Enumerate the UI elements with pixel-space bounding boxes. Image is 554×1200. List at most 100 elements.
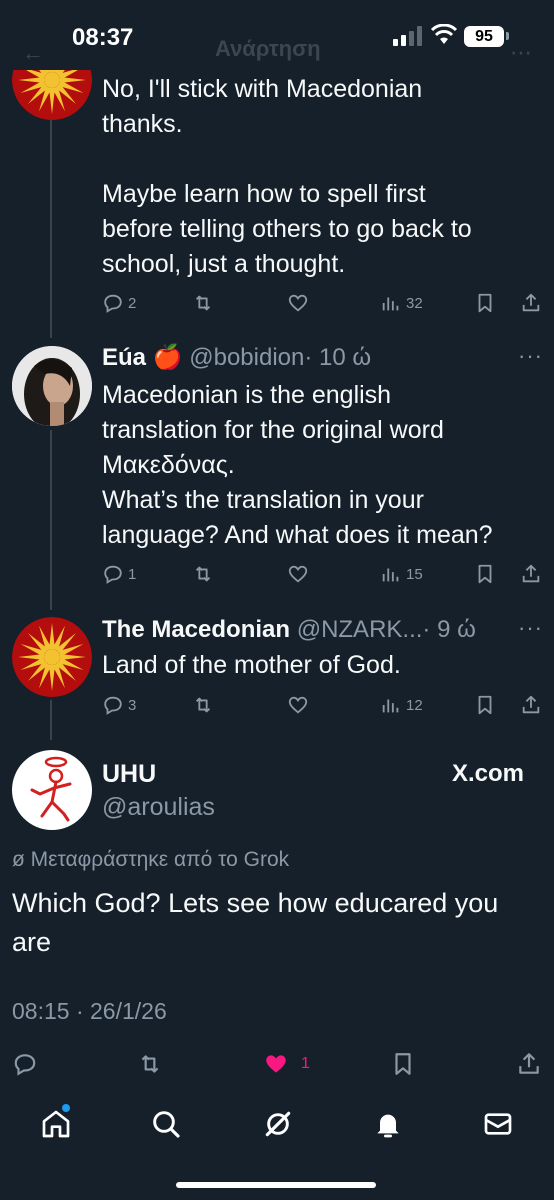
views-button[interactable]: 15 — [380, 561, 423, 587]
signal-icon — [393, 26, 422, 46]
views-icon — [382, 568, 399, 582]
reply-button[interactable]: 2 — [102, 290, 136, 316]
tweet-text: No, I'll stick with Macedonian thanks. M… — [102, 75, 472, 278]
handle[interactable]: @NZARK... — [297, 616, 423, 643]
tweet-header: Eúa 🍎 @bobidion· 10 ώ — [102, 343, 371, 373]
like-icon — [288, 696, 308, 714]
tweet-header: The Macedonian @NZARK...· 9 ώ — [102, 615, 476, 645]
share-icon — [522, 293, 540, 312]
main-tweet-actions: 1 — [12, 1048, 542, 1080]
tweet-text: Land of the mother of God. — [102, 651, 401, 679]
share-icon — [522, 695, 540, 714]
like-icon — [288, 294, 308, 312]
bookmark-icon — [395, 1053, 411, 1075]
reply-icon — [104, 565, 122, 584]
status-time: 08:37 — [72, 24, 134, 51]
nav-messages[interactable] — [482, 1108, 514, 1140]
back-arrow-icon[interactable]: ← — [22, 40, 44, 66]
handle[interactable]: @bobidion — [189, 344, 304, 371]
apple-emoji: 🍎 — [152, 344, 183, 371]
grok-translate-icon: ø — [12, 848, 31, 871]
notifications-icon — [377, 1114, 399, 1138]
translated-label[interactable]: ø Μεταφράστηκε από το Grok — [12, 848, 289, 872]
share-icon — [522, 564, 540, 583]
bookmark-button[interactable] — [390, 1048, 416, 1080]
nav-search[interactable] — [150, 1108, 182, 1140]
header-title: Ανάρτηση — [215, 36, 321, 61]
bookmark-button[interactable] — [474, 692, 496, 718]
header-more-icon[interactable]: ⋯ — [510, 40, 532, 66]
tweet-actions: 2 32 — [102, 290, 542, 316]
like-button[interactable] — [287, 561, 309, 587]
tweet-text: Macedonian is the english translation fo… — [102, 381, 493, 549]
thread-line — [50, 430, 52, 610]
tweet-time: · 9 ώ — [422, 616, 476, 643]
home-notification-dot — [62, 1104, 70, 1112]
share-icon — [519, 1053, 539, 1074]
like-icon — [266, 1055, 286, 1073]
handle[interactable]: @aroulias — [102, 793, 215, 822]
reply-icon — [14, 1054, 36, 1076]
like-button[interactable] — [287, 692, 309, 718]
like-icon — [288, 565, 308, 583]
retweet-icon — [195, 697, 211, 713]
views-icon — [382, 297, 399, 311]
avatar[interactable] — [12, 617, 92, 697]
share-button[interactable] — [520, 692, 542, 718]
views-button[interactable]: 32 — [380, 290, 423, 316]
reply-button[interactable]: 1 — [102, 561, 136, 587]
retweet-button[interactable] — [192, 561, 214, 587]
home-indicator — [176, 1182, 376, 1188]
share-button[interactable] — [520, 290, 542, 316]
display-name[interactable]: UHU — [102, 760, 156, 789]
reply-icon — [104, 294, 122, 313]
like-count: 1 — [301, 1055, 310, 1072]
share-button[interactable] — [516, 1048, 542, 1080]
reply-button[interactable] — [12, 1048, 38, 1080]
bookmark-icon — [478, 564, 492, 584]
x-logo-icon: X.com — [452, 760, 525, 787]
retweet-button[interactable] — [192, 290, 214, 316]
retweet-icon — [195, 295, 211, 311]
stick-figure-avatar-icon — [30, 756, 72, 822]
search-icon — [153, 1111, 180, 1138]
tweet-actions: 3 12 — [102, 692, 542, 718]
thread-line — [50, 700, 52, 740]
nav-grok[interactable] — [262, 1108, 294, 1140]
nav-notifications[interactable] — [372, 1108, 404, 1140]
retweet-button[interactable] — [192, 692, 214, 718]
reply-icon — [104, 696, 122, 715]
nav-home[interactable] — [40, 1104, 72, 1140]
retweet-icon — [141, 1055, 159, 1073]
tweet-timestamp: 08:15 · 26/1/26 — [12, 998, 167, 1024]
avatar[interactable] — [12, 750, 92, 830]
views-button[interactable]: 12 — [380, 692, 423, 718]
reply-button[interactable]: 3 — [102, 692, 136, 718]
like-button[interactable]: 1 — [263, 1048, 310, 1080]
main-tweet-text: Which God? Lets see how educared you are — [12, 888, 499, 957]
bookmark-button[interactable] — [474, 561, 496, 587]
grok-icon — [265, 1111, 291, 1137]
home-icon — [42, 1110, 70, 1138]
display-name[interactable]: Eúa — [102, 344, 146, 371]
profile-photo — [12, 346, 92, 426]
share-button[interactable] — [520, 561, 542, 587]
bookmark-icon — [478, 695, 492, 715]
status-bar: ← Ανάρτηση ⋯ 08:37 95 — [0, 0, 554, 70]
tweet-actions: 1 15 — [102, 561, 542, 587]
bookmark-icon — [478, 293, 492, 313]
retweet-icon — [195, 566, 211, 582]
wifi-icon — [430, 24, 458, 44]
views-icon — [382, 699, 399, 713]
more-options-icon[interactable]: ··· — [518, 343, 543, 369]
avatar[interactable] — [12, 346, 92, 426]
vergina-sun-avatar-icon — [12, 617, 92, 697]
messages-icon — [484, 1113, 512, 1135]
battery-icon: 95 — [464, 26, 504, 47]
like-button[interactable] — [287, 290, 309, 316]
bookmark-button[interactable] — [474, 290, 496, 316]
more-options-icon[interactable]: ··· — [518, 615, 543, 641]
display-name[interactable]: The Macedonian — [102, 616, 290, 643]
retweet-button[interactable] — [137, 1048, 163, 1080]
tweet-time: · 10 ώ — [304, 344, 372, 371]
